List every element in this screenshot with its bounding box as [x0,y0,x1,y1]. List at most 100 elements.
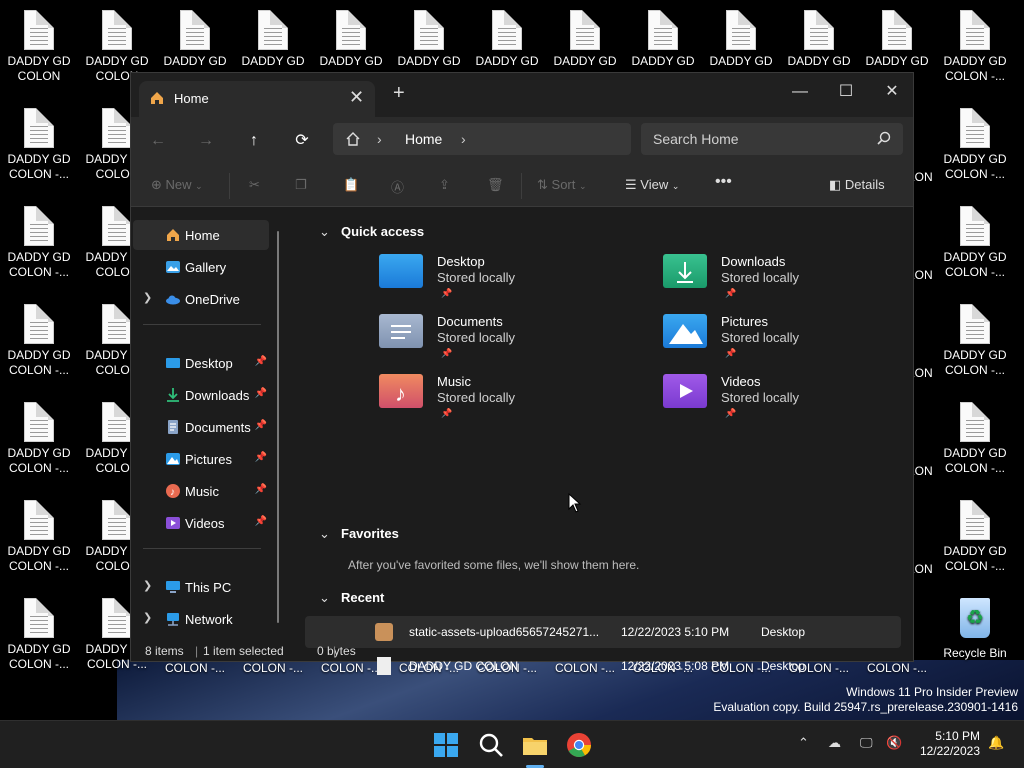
tab-title: Home [174,91,209,106]
desktop-file-icon[interactable]: DADDY GD COLON -... [936,304,1014,378]
status-bar: 8 items | 1 item selected 0 bytes | [145,644,356,658]
expand-chevron-icon[interactable]: ❯ [143,579,152,592]
close-window-button[interactable]: ✕ [869,79,915,105]
desktop-file-icon[interactable]: DADDY GD [156,10,234,69]
maximize-button[interactable]: ☐ [823,79,869,105]
computer-icon [166,581,180,593]
desktop-file-icon[interactable]: DADDY GD COLON [0,10,78,84]
cut-icon[interactable]: ✂ [249,177,260,193]
desktop-file-icon[interactable]: DADDY GD COLON -... [0,206,78,280]
quick-access-desktop[interactable]: Desktop Stored locally 📌 [379,248,629,304]
notification-bell-icon[interactable]: 🔔 [988,735,1004,751]
desktop-file-icon[interactable]: DADDY GD COLON -... [0,500,78,574]
desktop-file-icon[interactable]: DADDY GD COLON -... [936,500,1014,574]
file-explorer-icon[interactable] [521,731,549,759]
sidebar-item-music[interactable]: ♪ Music 📌 [133,476,269,506]
new-button[interactable]: ⊕ New ⌄ [151,177,203,193]
paste-icon[interactable]: 📋 [343,177,359,193]
sidebar-item-downloads[interactable]: Downloads 📌 [133,380,269,410]
view-button[interactable]: ☰ View ⌄ [625,177,679,193]
more-options-icon[interactable]: ••• [715,173,732,191]
system-clock[interactable]: 5:10 PM 12/22/2023 [920,729,980,759]
search-icon[interactable] [477,731,505,759]
breadcrumb[interactable]: › Home › [333,123,631,155]
sidebar-item-documents[interactable]: Documents 📌 [133,412,269,442]
desktop-file-icon[interactable]: DADDY GD COLON -... [0,598,78,672]
tab-home[interactable]: Home ✕ [139,81,375,117]
minimize-button[interactable]: — [777,79,823,105]
breadcrumb-home[interactable]: Home [405,131,442,147]
windows-watermark: Windows 11 Pro Insider Preview Evaluatio… [713,685,1018,714]
onedrive-offline-icon[interactable]: ☁ [828,735,841,751]
show-hidden-icons-chevron-icon[interactable]: ⌃ [798,735,809,751]
desktop-file-icon[interactable]: DADDY GD [780,10,858,69]
new-tab-button[interactable]: + [393,82,405,105]
sort-button[interactable]: ⇅ Sort ⌄ [537,177,587,193]
sidebar-scrollbar[interactable] [277,231,279,623]
desktop-file-icon[interactable]: DADDY GD [858,10,936,69]
desktop-file-icon[interactable]: DADDY GD [390,10,468,69]
chrome-icon[interactable] [565,731,593,759]
image-file-icon [375,623,393,641]
favorites-header[interactable]: ⌄ Favorites [319,526,399,542]
svg-text:♪: ♪ [170,487,175,498]
back-button[interactable]: ← [143,128,173,154]
desktop-file-icon[interactable]: DADDY GD COLON -... [936,108,1014,182]
windows-start-icon[interactable] [432,731,460,759]
documents-folder-icon [379,314,423,348]
desktop-file-icon[interactable]: DADDY GD [234,10,312,69]
details-button[interactable]: ◧ Details [829,177,885,193]
sort-icon: ⇅ [537,177,548,192]
quick-access-videos[interactable]: Videos Stored locally 📌 [663,368,913,424]
sidebar-item-gallery[interactable]: Gallery [133,252,269,282]
forward-button[interactable]: → [191,128,221,154]
quick-access-pictures[interactable]: Pictures Stored locally 📌 [663,308,913,364]
rename-icon[interactable]: Ⓐ [391,177,404,196]
desktop-file-icon[interactable]: DADDY GD COLON -... [936,402,1014,476]
recent-header[interactable]: ⌄ Recent [319,590,384,606]
desktop-file-icon[interactable]: DADDY GD COLON -... [936,206,1014,280]
desktop-file-icon[interactable]: DADDY GD [468,10,546,69]
desktop-file-icon[interactable]: DADDY GD COLON -... [0,108,78,182]
copy-icon[interactable]: ❐ [295,177,307,193]
expand-chevron-icon[interactable]: ❯ [143,291,152,304]
selection-count: 1 item selected [203,644,284,658]
sidebar-item-home[interactable]: Home [133,220,269,250]
address-bar: ← → ↑ ⟳ › Home › Search Home [131,117,913,165]
desktop-file-icon[interactable]: DADDY GD [312,10,390,69]
breadcrumb-chevron-icon[interactable]: › [461,131,466,147]
expand-chevron-icon[interactable]: ❯ [143,611,152,624]
desktop-file-icon[interactable]: DADDY GD COLON -... [0,402,78,476]
sidebar-item-desktop[interactable]: Desktop 📌 [133,348,269,378]
desktop-file-icon[interactable]: DADDY GD [702,10,780,69]
share-icon[interactable]: ⇪ [439,177,450,193]
desktop-file-icon[interactable]: DADDY GD COLON -... [936,10,1014,84]
quick-access-downloads[interactable]: Downloads Stored locally 📌 [663,248,913,304]
quick-access-header[interactable]: ⌄ Quick access [319,224,424,240]
taskbar: ⌃ ☁ 🖵 🔇 5:10 PM 12/22/2023 🔔 [0,720,1024,768]
quick-access-music[interactable]: ♪ Music Stored locally 📌 [379,368,629,424]
sidebar-item-network[interactable]: ❯ Network [133,604,269,634]
videos-icon [166,517,180,529]
sidebar-item-this-pc[interactable]: ❯ This PC [133,572,269,602]
refresh-button[interactable]: ⟳ [287,128,317,154]
recycle-bin[interactable]: ♻ Recycle Bin [940,598,1010,660]
sidebar-item-pictures[interactable]: Pictures 📌 [133,444,269,474]
sidebar-item-videos[interactable]: Videos 📌 [133,508,269,538]
download-icon [167,388,179,402]
volume-muted-icon[interactable]: 🔇 [886,735,902,751]
network-icon[interactable]: 🖵 [860,735,873,751]
quick-access-documents[interactable]: Documents Stored locally 📌 [379,308,629,364]
delete-icon[interactable]: 🗑 [487,177,504,193]
home-outline-icon [346,132,360,146]
breadcrumb-chevron-icon: › [377,131,382,147]
details-pane-icon: ◧ [829,177,842,192]
desktop-file-icon[interactable]: DADDY GD [624,10,702,69]
up-button[interactable]: ↑ [239,128,269,154]
desktop-file-icon[interactable]: DADDY GD [546,10,624,69]
pictures-folder-icon [663,314,707,348]
desktop-file-icon[interactable]: DADDY GD COLON -... [0,304,78,378]
close-tab-icon[interactable]: ✕ [349,87,364,108]
sidebar-item-onedrive[interactable]: ❯ OneDrive [133,284,269,314]
search-box[interactable]: Search Home [641,123,903,155]
